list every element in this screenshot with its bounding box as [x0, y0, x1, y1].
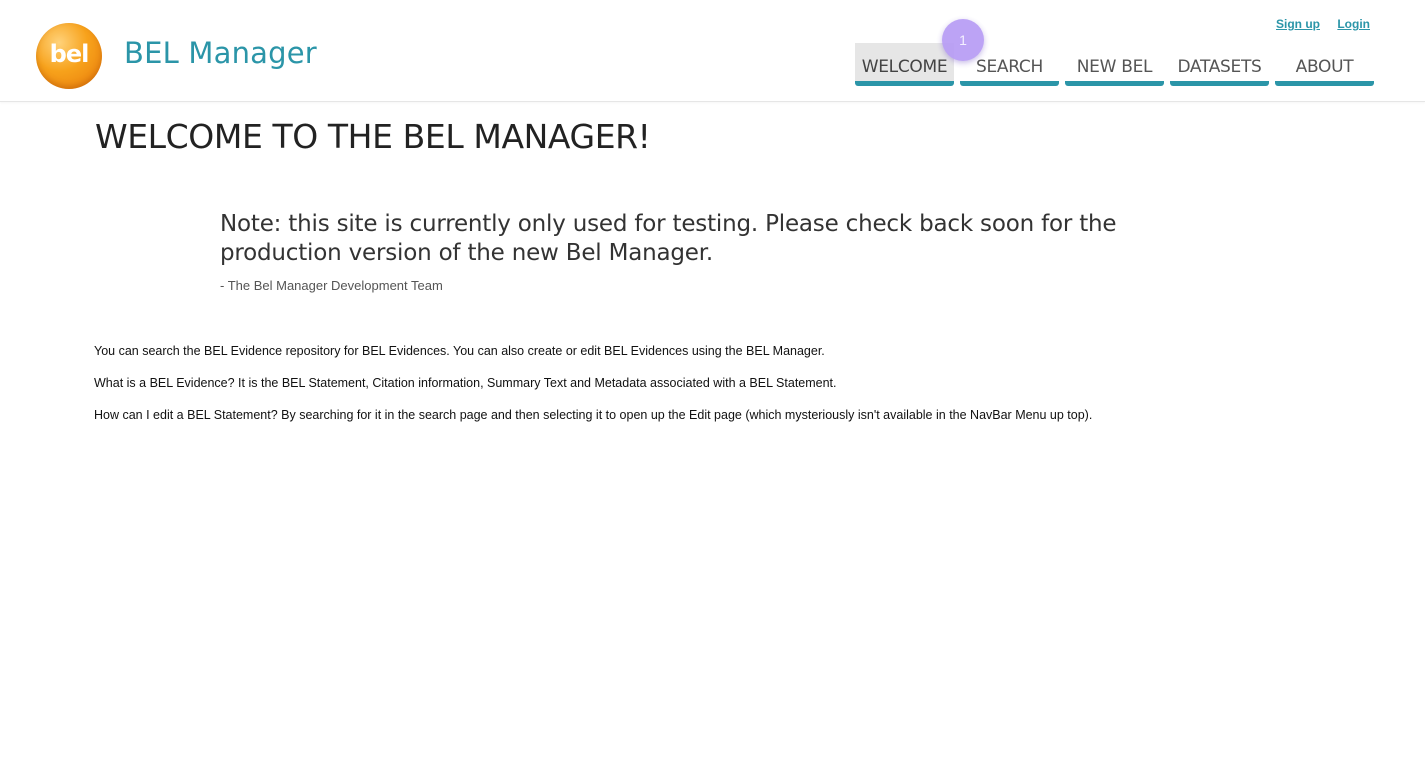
nav-tab-welcome[interactable]: WELCOME	[855, 43, 954, 86]
main-nav: WELCOME SEARCH NEW BEL DATASETS ABOUT	[855, 43, 1380, 86]
intro-paragraph-search: You can search the BEL Evidence reposito…	[94, 344, 825, 358]
logo-text: bel	[49, 40, 90, 68]
intro-paragraph-evidence: What is a BEL Evidence? It is the BEL St…	[94, 376, 837, 390]
login-link[interactable]: Login	[1337, 17, 1370, 31]
note-text: Note: this site is currently only used f…	[220, 211, 1117, 266]
brand-title[interactable]: BEL Manager	[124, 36, 317, 70]
auth-links: Sign up Login	[1262, 17, 1370, 31]
nav-tab-about[interactable]: ABOUT	[1275, 43, 1374, 86]
nav-tab-new-bel[interactable]: NEW BEL	[1065, 43, 1164, 86]
signup-link[interactable]: Sign up	[1276, 17, 1320, 31]
intro-paragraph-edit: How can I edit a BEL Statement? By searc…	[94, 408, 1093, 422]
intro-text: You can search the BEL Evidence reposito…	[94, 344, 1394, 440]
nav-tab-datasets[interactable]: DATASETS	[1170, 43, 1269, 86]
site-header: bel BEL Manager Sign up Login WELCOME SE…	[0, 0, 1425, 102]
note-signature: - The Bel Manager Development Team	[220, 278, 443, 293]
testing-note: Note: this site is currently only used f…	[220, 210, 1160, 293]
bel-logo[interactable]: bel	[36, 23, 102, 89]
page-title: WELCOME TO THE BEL MANAGER!	[95, 117, 651, 156]
step-marker-badge: 1	[942, 19, 984, 61]
